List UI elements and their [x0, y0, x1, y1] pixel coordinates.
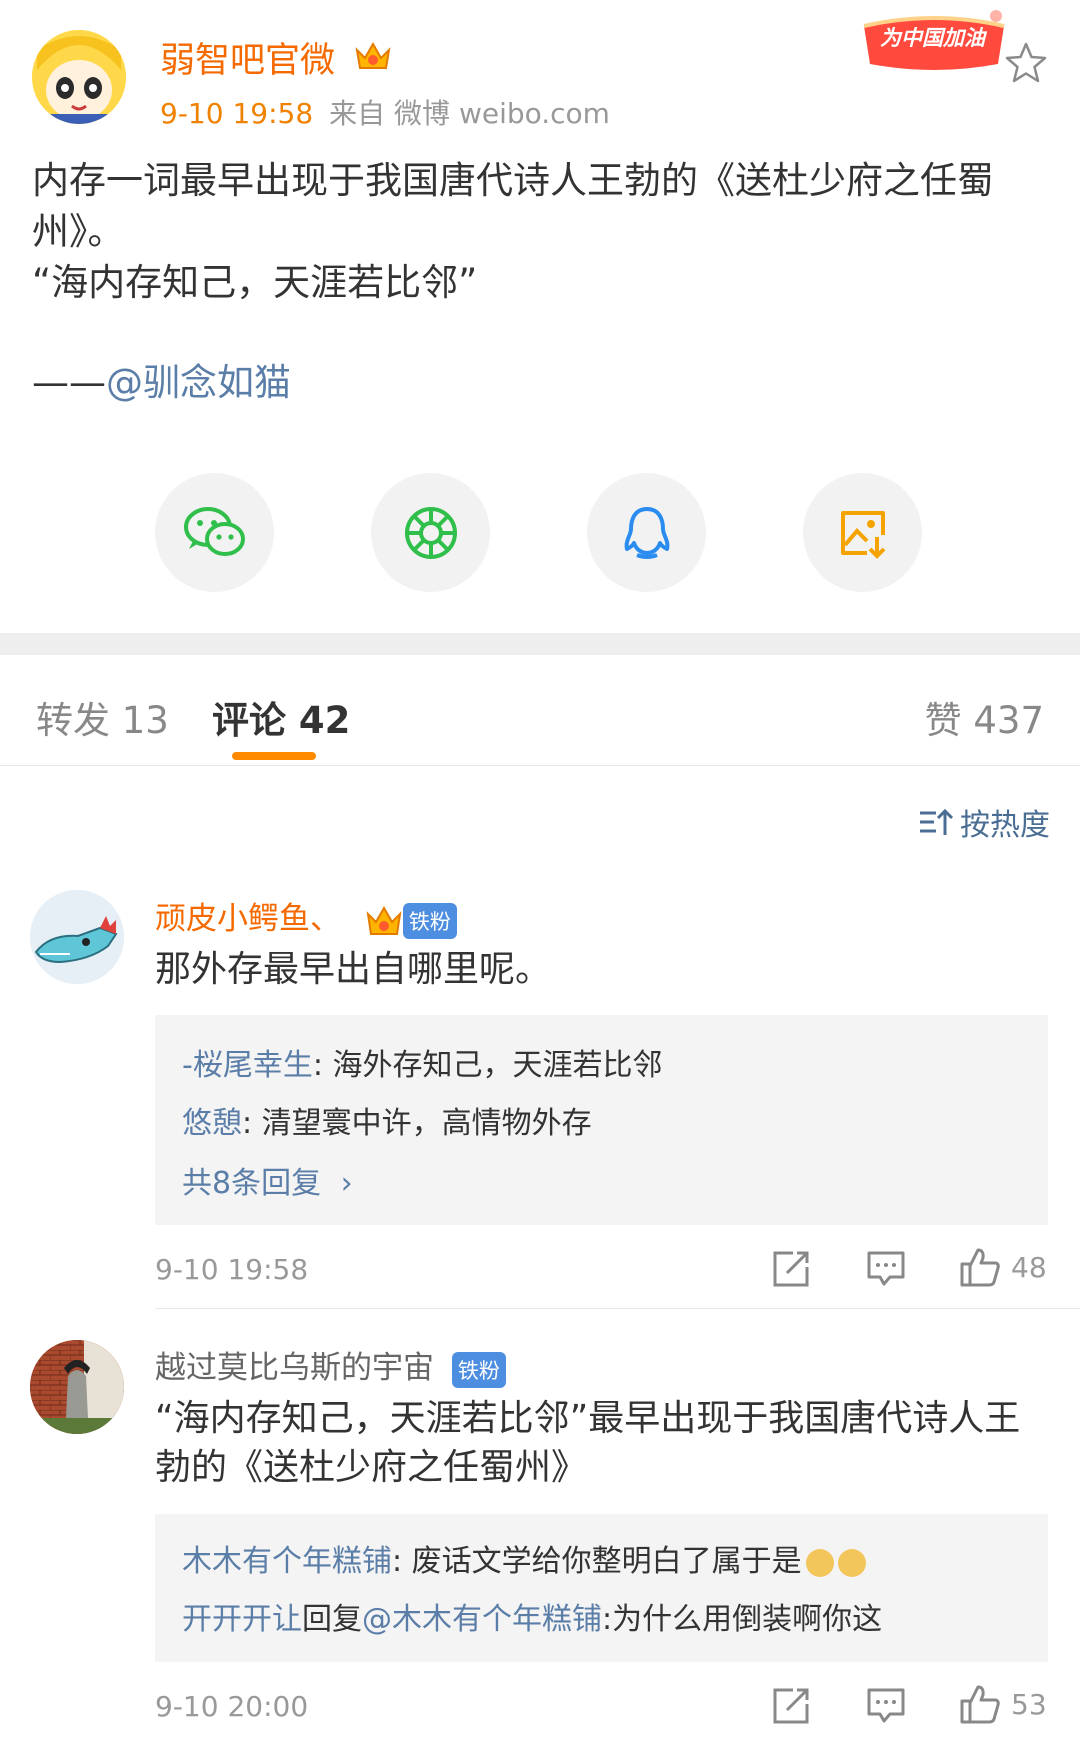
comment-text: 那外存最早出自哪里呢。 [155, 949, 552, 990]
reply-username[interactable]: 开开开让 [182, 1602, 302, 1637]
reply-text: : 清望寰中许，高情物外存 [242, 1106, 592, 1141]
doge-emoji-icon [837, 1548, 866, 1577]
vip-crown-icon [366, 905, 402, 935]
share-moments-button[interactable] [371, 473, 490, 592]
sort-label: 按热度 [960, 808, 1050, 843]
share-qq-button[interactable] [587, 473, 706, 592]
reply-text: : 废话文学给你整明白了属于是 [392, 1544, 802, 1579]
save-image-button[interactable] [803, 473, 922, 592]
mention-link[interactable]: @驯念如猫 [106, 361, 291, 404]
post-signature: ——@驯念如猫 [32, 357, 1048, 408]
comment-user-row: 越过莫比乌斯的宇宙 铁粉 [155, 1342, 506, 1388]
reply-item: 开开开让回复@木木有个年糕铺:为什么用倒装啊你这 [182, 1594, 882, 1638]
section-divider [0, 633, 1080, 655]
doge-emoji-icon [805, 1548, 834, 1577]
reply-text: : 海外存知己，天涯若比邻 [312, 1048, 663, 1083]
like-comment-button[interactable]: 48 [959, 1246, 1047, 1288]
fan-badge: 铁粉 [402, 902, 457, 939]
more-replies-link[interactable]: 共8条回复 › [182, 1158, 353, 1202]
promo-badge[interactable]: 为中国加油 [856, 6, 1012, 78]
reply-preview-box[interactable]: -桜尾幸生: 海外存知己，天涯若比邻 悠憩: 清望寰中许，高情物外存 共8条回复… [155, 1015, 1048, 1225]
commenter-avatar[interactable] [30, 890, 124, 984]
like-count: 53 [1011, 1687, 1047, 1721]
post-text-line: “海内存知己，天涯若比邻” [32, 261, 478, 304]
wechat-icon [183, 506, 245, 556]
share-wechat-button[interactable] [155, 473, 274, 592]
save-image-icon [840, 510, 885, 559]
fan-badge: 铁粉 [451, 1351, 506, 1388]
post-source: 来自 微博 weibo.com [329, 97, 610, 130]
repost-comment-icon[interactable] [771, 1686, 811, 1726]
reply-text: :为什么用倒装啊你这 [602, 1602, 883, 1637]
signature-dash: —— [32, 361, 106, 404]
comment-text: “海内存知己，天涯若比邻”最早出现于我国唐代诗人王勃的《送杜少府之任蜀州》 [155, 1398, 1021, 1488]
chevron-right-icon: › [340, 1166, 353, 1201]
vip-crown-icon [353, 38, 393, 74]
reply-comment-icon[interactable] [866, 1686, 906, 1726]
commenter-avatar[interactable] [30, 1340, 124, 1434]
sort-by-hot-button[interactable]: 按热度 [918, 800, 1050, 844]
repost-comment-icon[interactable] [771, 1249, 811, 1289]
post-text-line: 内存一词最早出现于我国唐代诗人王勃的《送杜少府之任蜀州》。 [32, 159, 994, 253]
reply-username[interactable]: 木木有个年糕铺 [182, 1544, 392, 1579]
comment-divider [155, 1308, 1080, 1309]
thumbs-up-icon [960, 1248, 1000, 1287]
qq-icon [624, 506, 669, 559]
reply-item: 木木有个年糕铺: 废话文学给你整明白了属于是 [182, 1536, 866, 1580]
tabs-divider [0, 765, 1080, 766]
reply-username[interactable]: -桜尾幸生 [182, 1048, 313, 1083]
comment-user-row: 顽皮小鳄鱼、 铁粉 [155, 893, 457, 939]
tab-comments[interactable]: 评论 42 [212, 690, 350, 744]
comment-username[interactable]: 顽皮小鳄鱼、 [155, 901, 341, 937]
reply-username[interactable]: 悠憩 [182, 1106, 242, 1141]
promo-badge-text: 为中国加油 [880, 26, 985, 50]
active-tab-indicator [232, 752, 316, 760]
reply-preview-box[interactable]: 木木有个年糕铺: 废话文学给你整明白了属于是 开开开让回复@木木有个年糕铺:为什… [155, 1514, 1048, 1662]
author-avatar[interactable] [32, 30, 126, 124]
post-time: 9-10 19:58 [160, 97, 314, 130]
sort-icon [920, 808, 954, 835]
favorite-star-icon[interactable] [1002, 40, 1050, 88]
tab-likes[interactable]: 赞 437 [925, 690, 1044, 744]
moments-icon [404, 506, 457, 559]
reply-item: -桜尾幸生: 海外存知己，天涯若比邻 [182, 1040, 662, 1084]
reply-item: 悠憩: 清望寰中许，高情物外存 [182, 1098, 592, 1142]
post-body: 内存一词最早出现于我国唐代诗人王勃的《送杜少府之任蜀州》。 “海内存知己，天涯若… [32, 155, 1048, 408]
like-comment-button[interactable]: 53 [959, 1683, 1047, 1725]
tab-repost[interactable]: 转发 13 [36, 690, 169, 744]
more-replies-label: 共8条回复 [182, 1166, 322, 1201]
post-meta: 9-10 19:58 来自 微博 weibo.com [160, 92, 610, 132]
comment-username[interactable]: 越过莫比乌斯的宇宙 [155, 1350, 434, 1386]
like-count: 48 [1011, 1250, 1047, 1284]
comment-time: 9-10 19:58 [155, 1253, 309, 1286]
reply-mention[interactable]: @木木有个年糕铺 [362, 1602, 602, 1637]
reply-verb: 回复 [302, 1602, 362, 1637]
comment-time: 9-10 20:00 [155, 1690, 309, 1723]
reply-comment-icon[interactable] [866, 1249, 906, 1289]
thumbs-up-icon [960, 1685, 1000, 1724]
author-name[interactable]: 弱智吧官微 [160, 32, 335, 83]
